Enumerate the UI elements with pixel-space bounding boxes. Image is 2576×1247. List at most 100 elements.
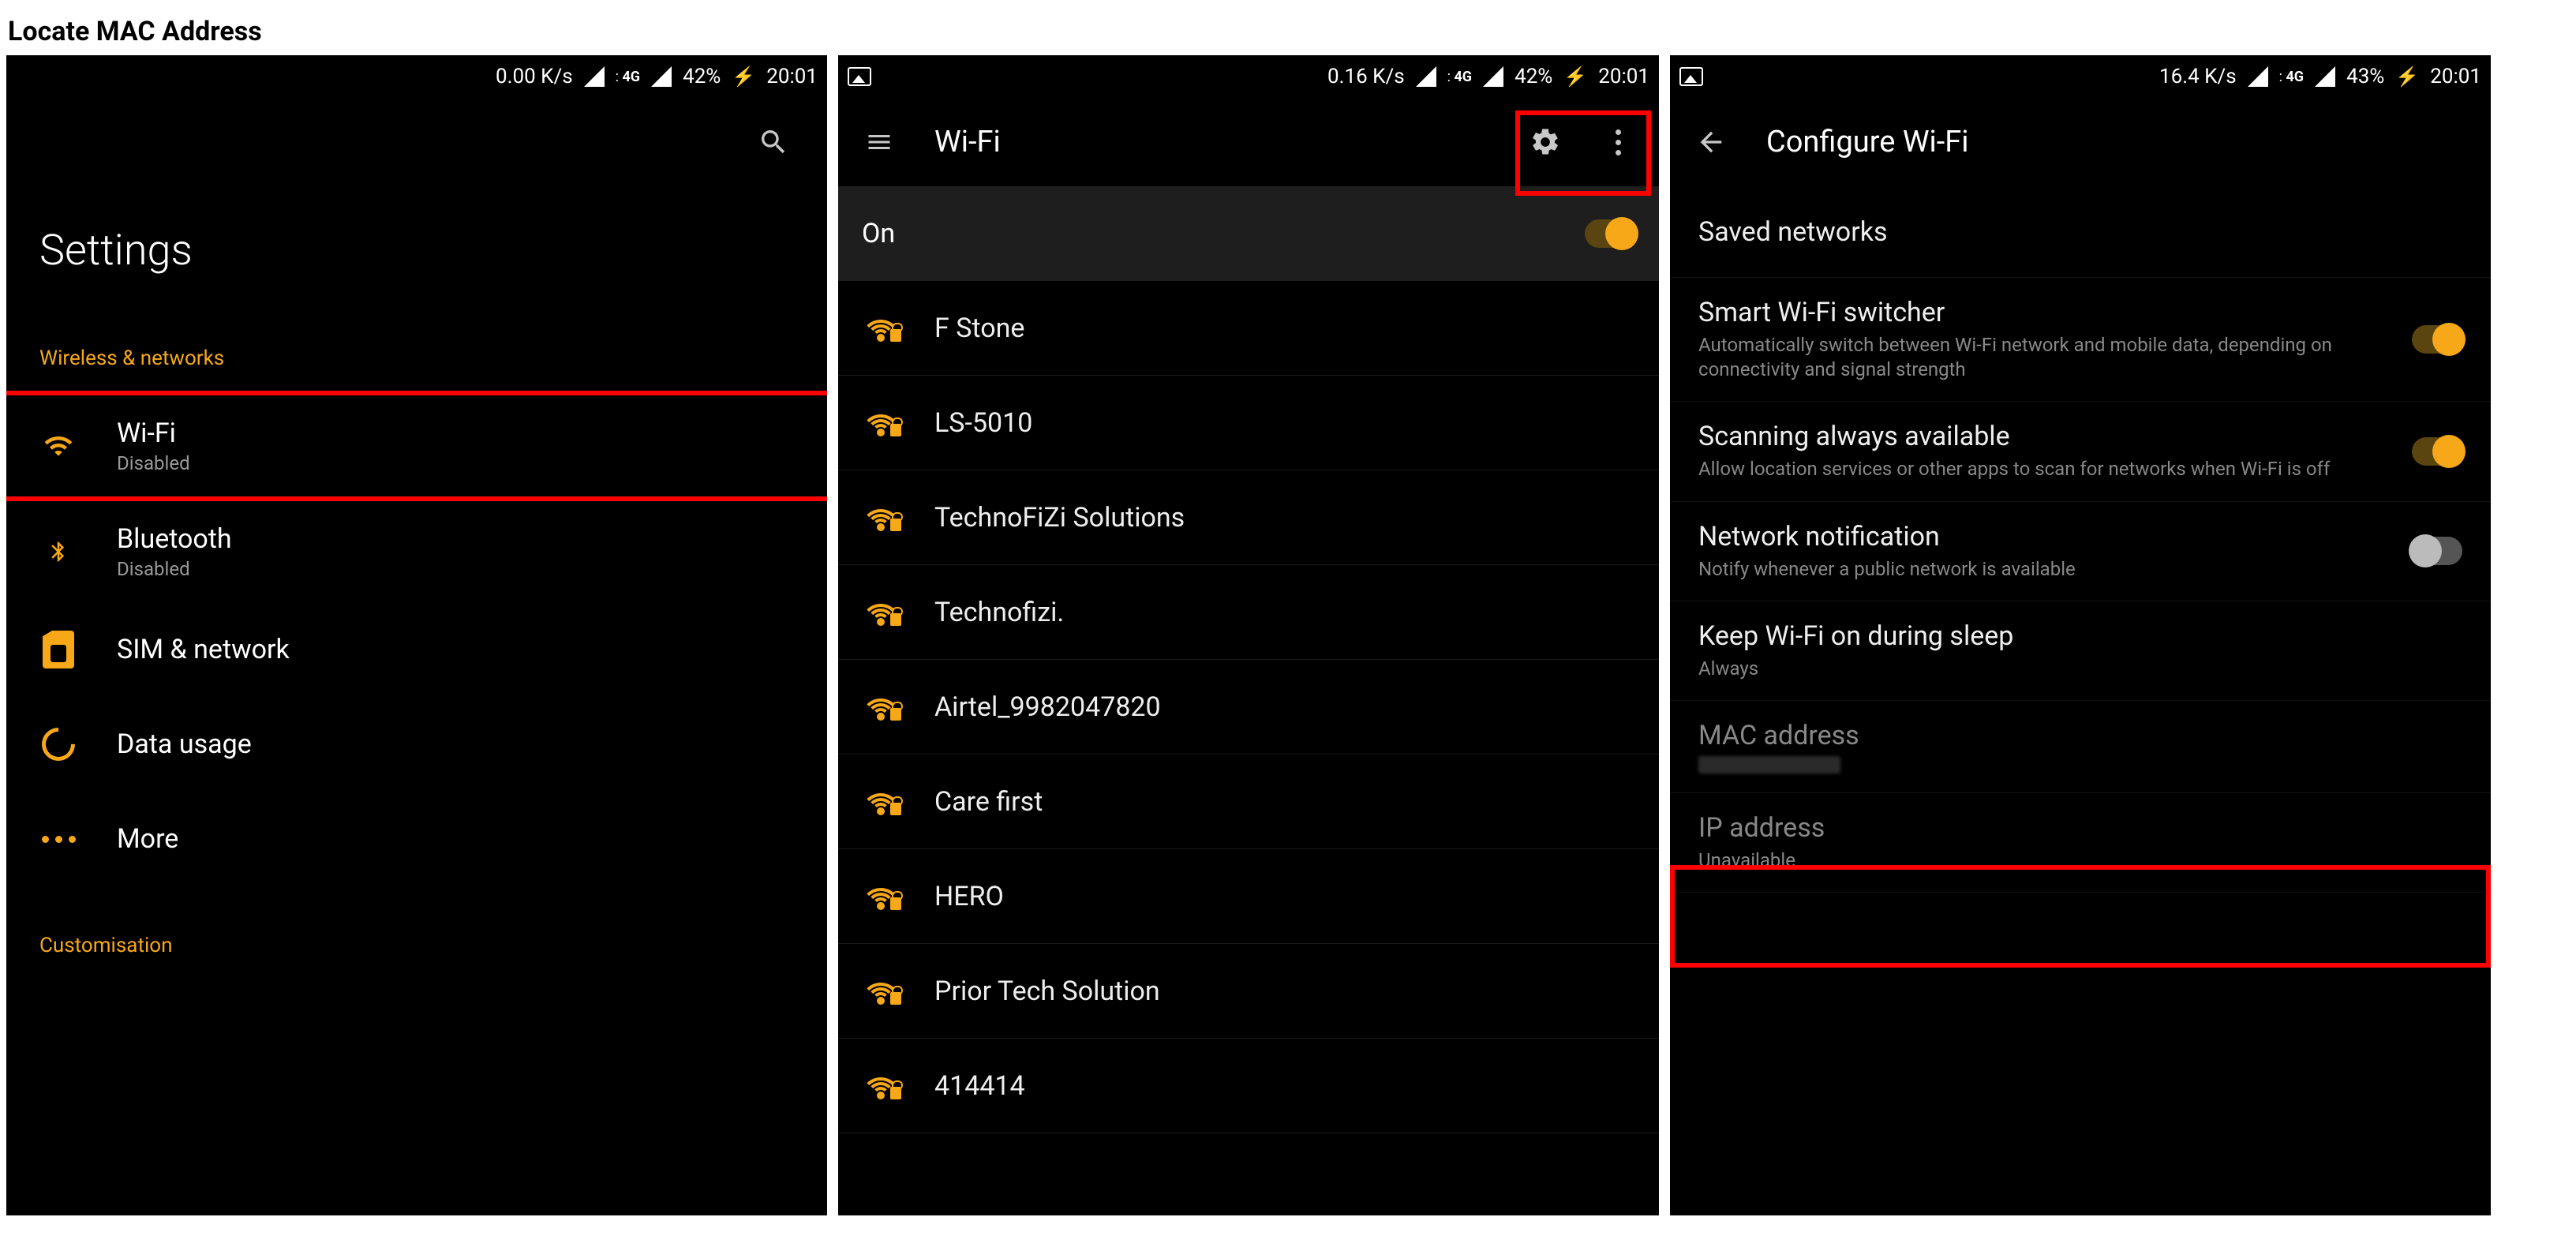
bluetooth-label: Bluetooth (117, 523, 232, 555)
signal-icon-2 (1483, 66, 1503, 87)
screenshot-notif-icon (1679, 67, 1703, 86)
network-row[interactable]: Care first (838, 755, 1659, 849)
battery-pct: 42% (683, 65, 721, 88)
network-notif-toggle[interactable] (2412, 537, 2462, 565)
screen-settings: 0.00 K/s : 4G 42% ⚡ 20:01 Settings Wirel… (6, 55, 827, 1215)
row-mac-address: MAC address (1670, 701, 2491, 793)
wifi-secure-icon (862, 788, 900, 815)
signal-icon (584, 66, 605, 87)
settings-title: Settings (6, 186, 827, 339)
signal-icon (2248, 66, 2268, 87)
network-indicator: : 4G (616, 69, 640, 85)
wifi-secure-icon (862, 883, 900, 910)
battery-pct: 42% (1515, 65, 1552, 88)
sleep-sub: Always (1698, 657, 2013, 681)
row-data-usage[interactable]: Data usage (6, 697, 827, 792)
wifi-secure-icon (862, 978, 900, 1005)
signal-icon (1416, 66, 1436, 87)
bluetooth-sub: Disabled (117, 558, 232, 580)
row-sim[interactable]: SIM & network (6, 602, 827, 697)
signal-icon-2 (651, 66, 672, 87)
signal-icon-2 (2315, 66, 2335, 87)
row-keep-wifi-sleep[interactable]: Keep Wi-Fi on during sleep Always (1670, 601, 2491, 701)
network-row[interactable]: Prior Tech Solution (838, 944, 1659, 1039)
screenshot-notif-icon (848, 67, 871, 86)
screen-wifi: 0.16 K/s : 4G 42% ⚡ 20:01 Wi-Fi On (838, 55, 1659, 1215)
scanning-sub: Allow location services or other apps to… (1698, 457, 2330, 481)
more-label: More (117, 823, 178, 855)
wifi-label: Wi-Fi (117, 418, 190, 449)
network-name: Airtel_9982047820 (934, 691, 1161, 723)
scanning-toggle[interactable] (2412, 437, 2462, 466)
clock: 20:01 (1598, 65, 1649, 88)
network-name: F Stone (934, 313, 1024, 344)
gear-icon[interactable] (1528, 125, 1563, 159)
wifi-header: Wi-Fi (838, 98, 1659, 186)
network-name: Prior Tech Solution (934, 976, 1160, 1007)
mac-title: MAC address (1698, 720, 1859, 751)
clock: 20:01 (766, 65, 818, 88)
smart-switcher-title: Smart Wi-Fi switcher (1698, 297, 2346, 328)
bluetooth-icon (39, 533, 77, 571)
wifi-secure-icon (862, 504, 900, 531)
row-smart-switcher[interactable]: Smart Wi-Fi switcher Automatically switc… (1670, 278, 2491, 402)
wifi-on-label: On (862, 218, 895, 249)
network-indicator: : 4G (2279, 69, 2304, 85)
section-customisation-label: Customisation (6, 886, 827, 978)
row-more[interactable]: More (6, 792, 827, 886)
overflow-menu-icon[interactable] (1601, 125, 1635, 159)
mac-value-blurred (1698, 756, 1840, 773)
battery-pct: 43% (2346, 65, 2384, 88)
wifi-secure-icon (862, 694, 900, 721)
configure-header-title: Configure Wi-Fi (1766, 125, 2467, 159)
status-bar: 0.16 K/s : 4G 42% ⚡ 20:01 (838, 55, 1659, 98)
more-icon (39, 820, 77, 858)
row-wifi[interactable]: Wi-Fi Disabled (6, 391, 827, 501)
data-rate: 0.16 K/s (1327, 65, 1405, 88)
sleep-title: Keep Wi-Fi on during sleep (1698, 620, 2013, 652)
row-network-notification[interactable]: Network notification Notify whenever a p… (1670, 502, 2491, 601)
wifi-secure-icon (862, 1073, 900, 1099)
wifi-header-title: Wi-Fi (934, 125, 1490, 159)
configure-header: Configure Wi-Fi (1670, 98, 2491, 186)
network-row[interactable]: TechnoFiZi Solutions (838, 470, 1659, 565)
smart-switcher-toggle[interactable] (2412, 325, 2462, 354)
charging-icon: ⚡ (2395, 66, 2419, 88)
page-heading: Locate MAC Address (0, 0, 2576, 55)
network-row[interactable]: F Stone (838, 281, 1659, 376)
network-name: Care first (934, 786, 1043, 818)
network-name: TechnoFiZi Solutions (934, 502, 1185, 534)
wifi-secure-icon (862, 410, 900, 436)
back-arrow-icon[interactable] (1694, 125, 1728, 159)
network-row[interactable]: LS-5010 (838, 376, 1659, 470)
charging-icon: ⚡ (1563, 66, 1587, 88)
sim-label: SIM & network (117, 634, 290, 665)
hamburger-icon[interactable] (862, 125, 897, 159)
row-saved-networks[interactable]: Saved networks (1670, 186, 2491, 278)
clock: 20:01 (2430, 65, 2481, 88)
network-name: LS-5010 (934, 407, 1032, 439)
wifi-sub: Disabled (117, 452, 190, 474)
ip-title: IP address (1698, 812, 1825, 844)
ip-sub: Unavailable (1698, 848, 1825, 873)
wifi-toggle[interactable] (1585, 219, 1635, 248)
saved-networks-title: Saved networks (1698, 216, 1888, 248)
wifi-secure-icon (862, 599, 900, 626)
row-scanning[interactable]: Scanning always available Allow location… (1670, 402, 2491, 501)
data-usage-icon (39, 725, 77, 763)
data-rate: 0.00 K/s (496, 65, 573, 88)
row-bluetooth[interactable]: Bluetooth Disabled (6, 501, 827, 602)
network-row[interactable]: Technofizi. (838, 565, 1659, 660)
network-row[interactable]: 414414 (838, 1039, 1659, 1133)
network-row[interactable]: HERO (838, 849, 1659, 944)
network-indicator: : 4G (1447, 69, 1472, 85)
data-usage-label: Data usage (117, 728, 252, 760)
network-name: HERO (934, 881, 1004, 912)
search-icon[interactable] (756, 125, 791, 159)
data-rate: 16.4 K/s (2159, 65, 2237, 88)
charging-icon: ⚡ (732, 66, 755, 88)
row-ip-address: IP address Unavailable (1670, 793, 2491, 893)
network-notif-title: Network notification (1698, 521, 2076, 552)
wifi-toggle-row[interactable]: On (838, 186, 1659, 281)
network-row[interactable]: Airtel_9982047820 (838, 660, 1659, 755)
